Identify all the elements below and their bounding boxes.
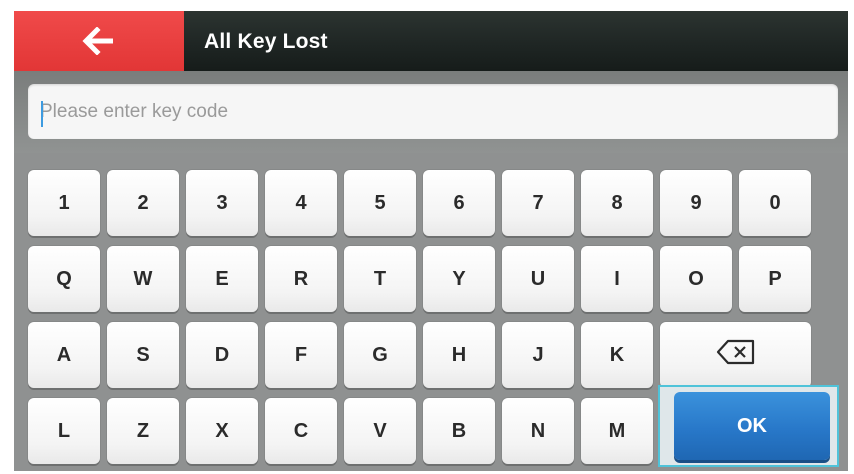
- key-1[interactable]: 1: [28, 170, 100, 236]
- ok-button-label: OK: [737, 414, 767, 437]
- key-label: N: [530, 419, 546, 442]
- key-8[interactable]: 8: [581, 170, 653, 236]
- key-label: R: [293, 267, 309, 290]
- key-label: I: [614, 267, 620, 290]
- backspace-button[interactable]: [660, 322, 811, 388]
- ok-button[interactable]: OK: [674, 392, 830, 460]
- key-2[interactable]: 2: [107, 170, 179, 236]
- key-n[interactable]: N: [502, 398, 574, 464]
- key-y[interactable]: Y: [423, 246, 495, 312]
- key-f[interactable]: F: [265, 322, 337, 388]
- key-m[interactable]: M: [581, 398, 653, 464]
- key-label: 3: [216, 191, 228, 214]
- key-r[interactable]: R: [265, 246, 337, 312]
- key-h[interactable]: H: [423, 322, 495, 388]
- key-e[interactable]: E: [186, 246, 258, 312]
- title-bar: All Key Lost: [14, 11, 848, 71]
- key-label: X: [215, 419, 229, 442]
- key-g[interactable]: G: [344, 322, 416, 388]
- on-screen-keyboard: 1 2 3 4 5 6 7 8 9 0 Q W E R T Y U I O P A S D F G H J K L Z X C V B N M OK: [14, 153, 848, 471]
- key-label: A: [56, 343, 72, 366]
- key-label: 5: [374, 191, 386, 214]
- key-label: S: [136, 343, 150, 366]
- input-area: [14, 71, 848, 153]
- key-a[interactable]: A: [28, 322, 100, 388]
- key-q[interactable]: Q: [28, 246, 100, 312]
- key-i[interactable]: I: [581, 246, 653, 312]
- key-3[interactable]: 3: [186, 170, 258, 236]
- key-4[interactable]: 4: [265, 170, 337, 236]
- backspace-icon: [716, 339, 756, 371]
- key-k[interactable]: K: [581, 322, 653, 388]
- key-label: 1: [58, 191, 70, 214]
- key-u[interactable]: U: [502, 246, 574, 312]
- key-label: Y: [452, 267, 466, 290]
- key-label: C: [293, 419, 309, 442]
- key-label: F: [294, 343, 308, 366]
- key-label: J: [532, 343, 544, 366]
- key-x[interactable]: X: [186, 398, 258, 464]
- key-c[interactable]: C: [265, 398, 337, 464]
- key-s[interactable]: S: [107, 322, 179, 388]
- key-0[interactable]: 0: [739, 170, 811, 236]
- key-l[interactable]: L: [28, 398, 100, 464]
- key-p[interactable]: P: [739, 246, 811, 312]
- key-6[interactable]: 6: [423, 170, 495, 236]
- arrow-left-icon: [82, 27, 116, 55]
- key-label: H: [451, 343, 467, 366]
- key-z[interactable]: Z: [107, 398, 179, 464]
- app-screen: All Key Lost 1 2 3 4 5 6 7 8 9 0 Q W E R T Y U I O P A S D F G H J…: [14, 11, 848, 471]
- key-label: B: [451, 419, 467, 442]
- key-7[interactable]: 7: [502, 170, 574, 236]
- key-label: P: [768, 267, 782, 290]
- back-button[interactable]: [14, 11, 184, 71]
- key-label: 7: [532, 191, 544, 214]
- key-o[interactable]: O: [660, 246, 732, 312]
- key-j[interactable]: J: [502, 322, 574, 388]
- key-5[interactable]: 5: [344, 170, 416, 236]
- key-code-input[interactable]: [28, 84, 838, 139]
- key-label: K: [609, 343, 625, 366]
- key-9[interactable]: 9: [660, 170, 732, 236]
- key-label: M: [608, 419, 626, 442]
- text-caret: [41, 101, 43, 127]
- key-v[interactable]: V: [344, 398, 416, 464]
- key-label: T: [373, 267, 387, 290]
- key-label: L: [57, 419, 71, 442]
- key-label: 9: [690, 191, 702, 214]
- key-label: 8: [611, 191, 623, 214]
- key-label: 0: [769, 191, 781, 214]
- key-label: 4: [295, 191, 307, 214]
- key-label: G: [372, 343, 388, 366]
- key-w[interactable]: W: [107, 246, 179, 312]
- key-label: E: [215, 267, 229, 290]
- key-label: 2: [137, 191, 149, 214]
- key-label: U: [530, 267, 546, 290]
- key-t[interactable]: T: [344, 246, 416, 312]
- page-title: All Key Lost: [204, 30, 328, 53]
- key-label: O: [688, 267, 704, 290]
- key-label: W: [133, 267, 153, 290]
- key-d[interactable]: D: [186, 322, 258, 388]
- key-label: Q: [56, 267, 72, 290]
- key-label: Z: [136, 419, 150, 442]
- key-label: D: [214, 343, 230, 366]
- key-b[interactable]: B: [423, 398, 495, 464]
- key-label: V: [373, 419, 387, 442]
- key-label: 6: [453, 191, 465, 214]
